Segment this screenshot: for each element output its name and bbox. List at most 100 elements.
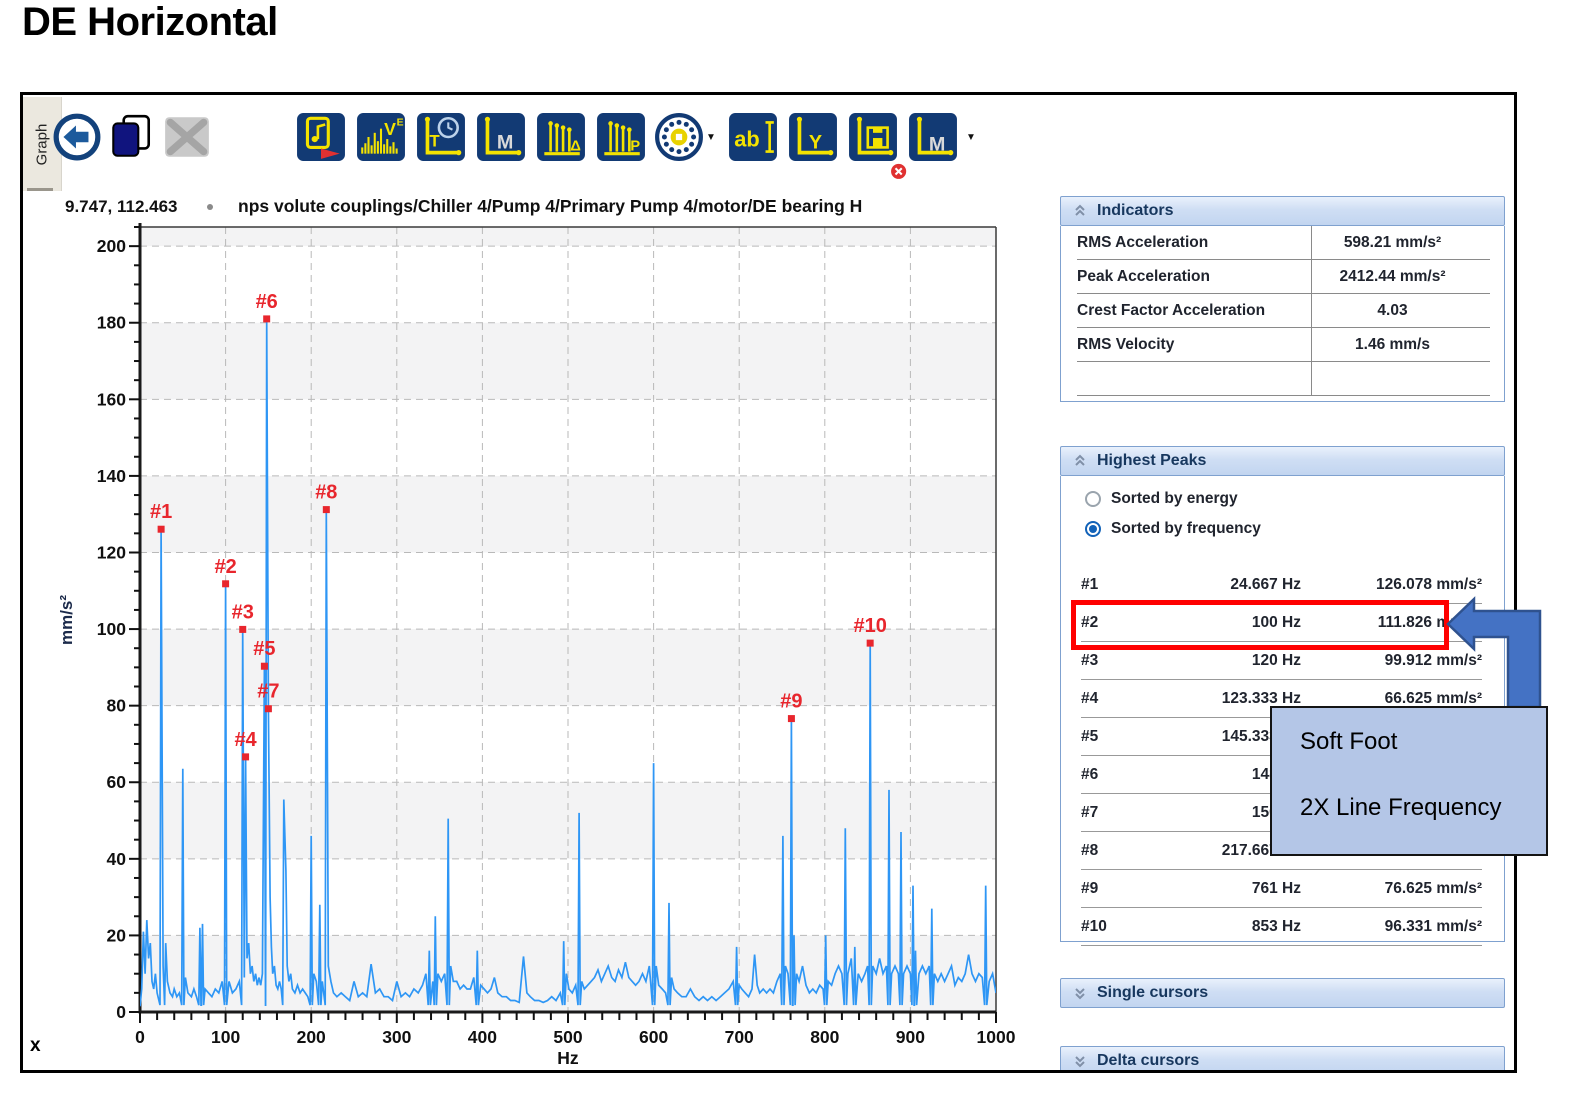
- sort-radio-frequency[interactable]: Sorted by frequency: [1085, 514, 1504, 544]
- peak-marker[interactable]: [239, 625, 247, 633]
- expand-down-icon: [1075, 988, 1085, 1000]
- svg-text:120: 120: [97, 542, 126, 562]
- peak-frequency: 761 Hz: [1251, 879, 1301, 897]
- indicator-value: 2412.44 mm/s²: [1339, 267, 1446, 285]
- indicator-value: 598.21 mm/s²: [1343, 233, 1442, 251]
- svg-text:1000: 1000: [977, 1027, 1016, 1047]
- peak-rank: #10: [1081, 917, 1107, 935]
- radio-label: Sorted by energy: [1111, 490, 1238, 507]
- svg-text:500: 500: [553, 1027, 582, 1047]
- delta-cursors-header[interactable]: Delta cursors: [1060, 1046, 1505, 1070]
- peak-marker[interactable]: [264, 705, 272, 713]
- indicator-row: RMS Velocity 1.46 mm/s: [1077, 328, 1490, 362]
- peak-row-1[interactable]: #1 24.667 Hz 126.078 mm/s²: [1081, 566, 1482, 604]
- svg-text:900: 900: [896, 1027, 925, 1047]
- indicator-label: RMS Velocity: [1077, 335, 1175, 353]
- peak-row-9[interactable]: #9 761 Hz 76.625 mm/s²: [1081, 870, 1482, 908]
- peak-marker[interactable]: [866, 639, 874, 647]
- peak-rank: #8: [1081, 841, 1099, 859]
- peak-marker-label: #8: [315, 482, 337, 504]
- peak-marker[interactable]: [260, 662, 268, 670]
- peak-rank: #3: [1081, 651, 1099, 669]
- expand-down-icon: [1075, 1056, 1085, 1068]
- indicators-panel: Indicators RMS Acceleration 598.21 mm/s² P…: [1060, 196, 1505, 402]
- peak-amplitude: 96.331 mm/s²: [1384, 917, 1482, 935]
- svg-text:180: 180: [97, 313, 126, 333]
- spectrum-chart[interactable]: 0 20 40 60 80 100 120 140 160 180 200 0 100 200 300 400…: [23, 95, 1063, 1070]
- indicators-divider: [1311, 226, 1312, 395]
- indicator-row: Crest Factor Acceleration 4.03: [1077, 294, 1490, 328]
- indicators-header[interactable]: Indicators: [1060, 196, 1505, 226]
- svg-text:0: 0: [116, 1002, 126, 1022]
- indicator-row: Peak Acceleration 2412.44 mm/s²: [1077, 260, 1490, 294]
- indicator-label: RMS Acceleration: [1077, 233, 1209, 251]
- peak-marker-label: #7: [257, 681, 279, 703]
- highest-peaks-header[interactable]: Highest Peaks: [1060, 446, 1505, 476]
- svg-text:9.747, 112.463: 9.747, 112.463: [65, 197, 178, 216]
- peak-rank: #9: [1081, 879, 1099, 897]
- svg-text:x: x: [30, 1035, 41, 1056]
- single-cursors-panel: Single cursors: [1060, 978, 1505, 1008]
- radio-icon[interactable]: [1085, 521, 1101, 537]
- highest-peaks-title: Highest Peaks: [1097, 452, 1207, 469]
- svg-text:100: 100: [97, 619, 126, 639]
- svg-text:0: 0: [135, 1027, 145, 1047]
- svg-text:100: 100: [211, 1027, 240, 1047]
- peak-amplitude: 76.625 mm/s²: [1384, 879, 1482, 897]
- peak-marker-label: #1: [150, 501, 172, 523]
- peak-frequency: 120 Hz: [1251, 651, 1301, 669]
- peak-marker[interactable]: [157, 525, 165, 533]
- delta-cursors-title: Delta cursors: [1097, 1052, 1200, 1069]
- single-cursors-title: Single cursors: [1097, 984, 1209, 1001]
- collapse-up-icon: [1075, 204, 1085, 216]
- peak-marker[interactable]: [242, 753, 250, 761]
- peak-rank: #6: [1081, 765, 1099, 783]
- peak-marker-label: #4: [234, 729, 257, 751]
- peak-marker[interactable]: [322, 506, 330, 514]
- svg-text:80: 80: [107, 696, 127, 716]
- delta-cursors-panel: Delta cursors: [1060, 1046, 1505, 1070]
- peak-frequency: 24.667 Hz: [1230, 575, 1301, 593]
- svg-text:140: 140: [97, 466, 126, 486]
- sort-radio-energy[interactable]: Sorted by energy: [1085, 484, 1504, 514]
- annotation-callout: Soft Foot 2X Line Frequency: [1270, 706, 1548, 856]
- svg-text:mm/s²: mm/s²: [57, 595, 76, 645]
- svg-text:20: 20: [107, 925, 127, 945]
- indicators-title: Indicators: [1097, 202, 1174, 219]
- svg-text:160: 160: [97, 389, 126, 409]
- peak-amplitude: 126.078 mm/s²: [1376, 575, 1482, 593]
- svg-text:60: 60: [107, 772, 127, 792]
- highlight-rectangle: [1071, 600, 1449, 650]
- svg-text:200: 200: [297, 1027, 326, 1047]
- peak-rank: #5: [1081, 727, 1099, 745]
- indicator-row: RMS Acceleration 598.21 mm/s²: [1077, 226, 1490, 260]
- peak-marker[interactable]: [787, 715, 795, 723]
- peak-amplitude: 66.625 mm/s²: [1384, 689, 1482, 707]
- indicator-row: [1077, 362, 1490, 396]
- peak-marker-label: #6: [256, 291, 278, 313]
- svg-text:300: 300: [382, 1027, 411, 1047]
- highest-peaks-panel: Highest Peaks Sorted by energy Sorted by …: [1060, 446, 1505, 946]
- svg-text:nps volute couplings/Chiller 4: nps volute couplings/Chiller 4/Pump 4/Pr…: [238, 196, 862, 216]
- peak-rank: #1: [1081, 575, 1099, 593]
- peak-amplitude: 99.912 mm/s²: [1384, 651, 1482, 669]
- collapse-up-icon: [1075, 454, 1085, 466]
- callout-line-1: Soft Foot: [1300, 728, 1398, 755]
- single-cursors-header[interactable]: Single cursors: [1060, 978, 1505, 1008]
- indicator-value: 1.46 mm/s: [1355, 335, 1430, 353]
- callout-line-2: 2X Line Frequency: [1300, 794, 1502, 821]
- page-title: DE Horizontal: [22, 0, 278, 44]
- peak-frequency: 853 Hz: [1251, 917, 1301, 935]
- radio-icon[interactable]: [1085, 491, 1101, 507]
- app-window: Graph V E T M Δ P ▼ ab Y M ▼ 0 20 40 60 80 100 120 140 160…: [20, 92, 1517, 1073]
- peak-row-10[interactable]: #10 853 Hz 96.331 mm/s²: [1081, 908, 1482, 946]
- svg-text:700: 700: [725, 1027, 754, 1047]
- peak-marker[interactable]: [222, 580, 230, 588]
- peak-marker-label: #2: [214, 556, 236, 578]
- peak-marker-label: #9: [780, 691, 802, 713]
- indicators-body: RMS Acceleration 598.21 mm/s² Peak Acceler…: [1060, 226, 1505, 402]
- page: DE Horizontal Graph V E T M Δ P ▼ ab Y M ▼ 0 20 40 60…: [0, 0, 1570, 1100]
- peak-marker[interactable]: [263, 315, 271, 323]
- indicator-label: Crest Factor Acceleration: [1077, 301, 1266, 319]
- svg-text:Hz: Hz: [557, 1048, 579, 1068]
